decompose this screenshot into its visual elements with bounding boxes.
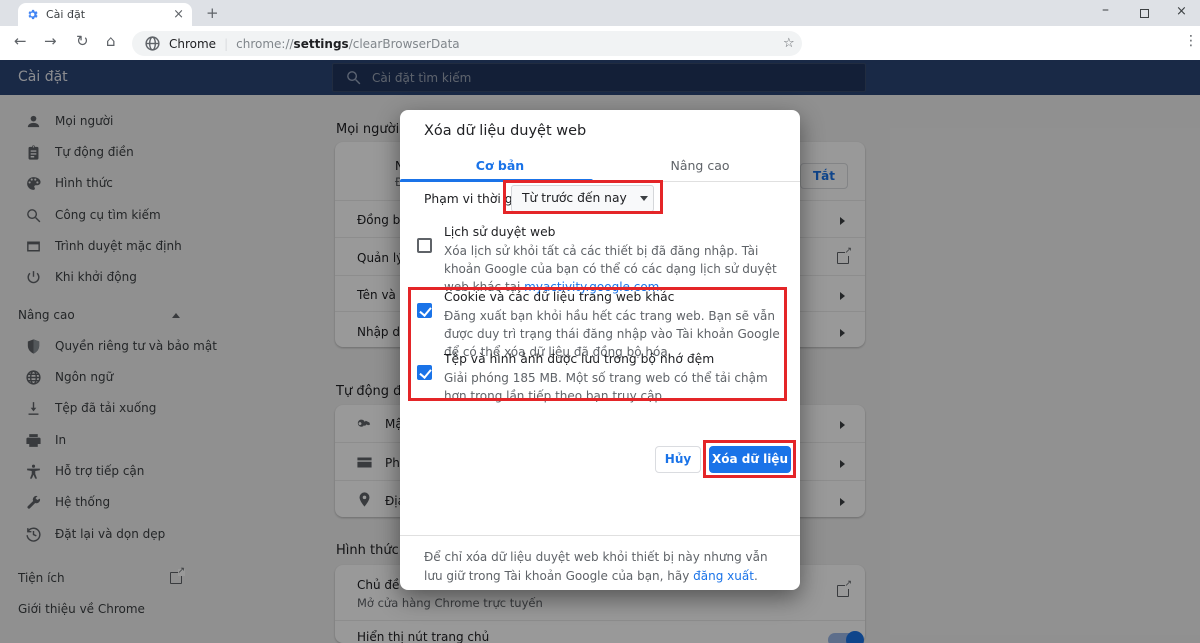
bookmark-star-icon[interactable]: ☆ xyxy=(783,36,795,51)
tab-advanced[interactable]: Nâng cao xyxy=(600,150,800,182)
annotation-box-confirm-button xyxy=(703,440,796,478)
browser-toolbar: ← → ↻ ⌂ Chrome | chrome://settings/clear… xyxy=(0,26,1200,60)
settings-gear-icon xyxy=(26,8,39,21)
browser-menu-icon[interactable]: ⋮ xyxy=(1184,33,1198,49)
reload-icon[interactable]: ↻ xyxy=(76,32,89,50)
window-minimize-button[interactable]: – xyxy=(1102,2,1109,18)
tab-title: Cài đặt xyxy=(46,8,166,21)
new-tab-button[interactable]: + xyxy=(206,4,219,22)
sign-out-link[interactable]: đăng xuất xyxy=(693,569,754,583)
home-icon[interactable]: ⌂ xyxy=(106,32,116,50)
forward-icon[interactable]: → xyxy=(44,32,57,50)
dialog-title: Xóa dữ liệu duyệt web xyxy=(424,123,586,139)
window-close-button[interactable]: × xyxy=(1176,4,1187,19)
tab-strip: Cài đặt × + – × xyxy=(0,0,1200,26)
browsing-history-checkbox[interactable] xyxy=(417,238,432,253)
address-bar[interactable]: Chrome | chrome://settings/clearBrowserD… xyxy=(132,31,802,56)
cancel-button[interactable]: Hủy xyxy=(655,446,701,473)
annotation-box-checkboxes xyxy=(408,287,787,401)
window-maximize-button[interactable] xyxy=(1140,9,1149,18)
browser-tab[interactable]: Cài đặt × xyxy=(18,3,192,26)
tab-close-icon[interactable]: × xyxy=(173,7,184,22)
site-info-icon[interactable] xyxy=(144,35,161,52)
url-text: chrome://settings/clearBrowserData xyxy=(236,37,460,51)
annotation-box-dropdown xyxy=(503,180,663,214)
back-icon[interactable]: ← xyxy=(14,32,27,50)
tab-basic[interactable]: Cơ bản xyxy=(400,150,600,182)
url-separator: | xyxy=(224,37,228,51)
url-chrome-label: Chrome xyxy=(169,37,216,51)
dialog-footer-note: Để chỉ xóa dữ liệu duyệt web khỏi thiết … xyxy=(424,548,776,585)
